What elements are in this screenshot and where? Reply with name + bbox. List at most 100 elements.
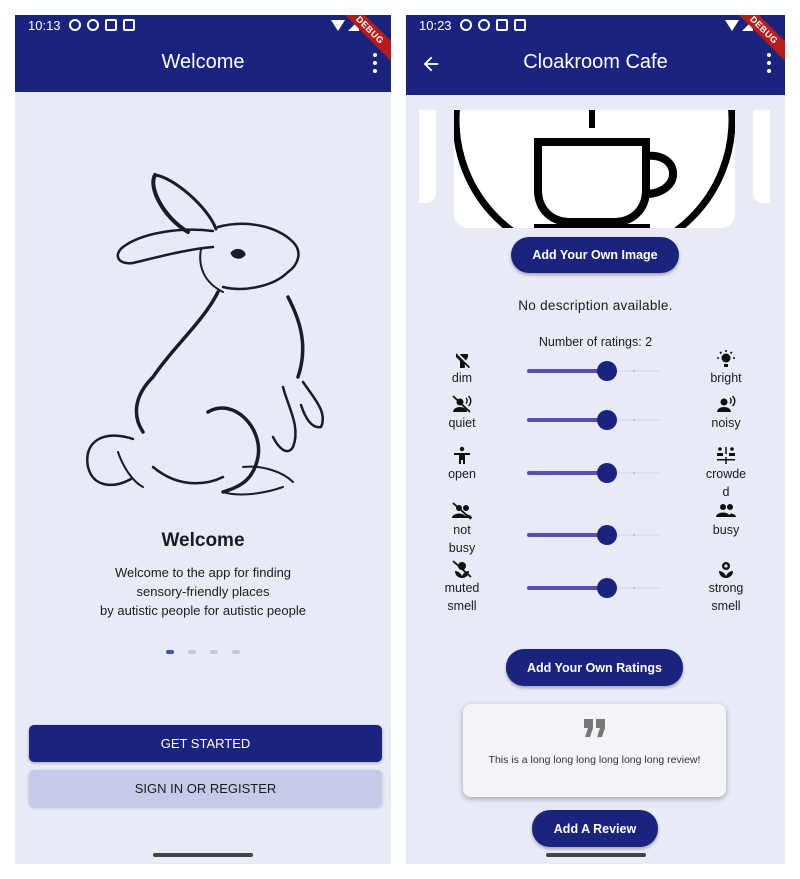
rating-left-end: dim [432,350,492,387]
slider-track-active [527,418,607,422]
slider-track-active [527,533,607,537]
slider-tick [633,370,635,372]
flashlight-off-icon [455,352,470,368]
people-crowded-icon [717,447,735,464]
coffee-cup-icon [454,110,735,228]
onboarding-line: Welcome to the app for finding [114,565,292,580]
rating-left-end: open [432,446,492,483]
status-notification-icons [460,19,526,31]
review-card[interactable]: This is a long long long long long long … [463,704,726,797]
record-voice-icon [717,395,736,412]
page-title: Cloakroom Cafe [523,51,668,73]
app-bar: 10:23 DEBUG Cloakroom Cafe [406,15,785,95]
vpn-icon [69,19,81,31]
rating-slider[interactable] [527,361,660,381]
people-icon [716,504,736,517]
app-bar: 10:13 DEBUG Welcome [15,15,391,92]
rating-slider[interactable] [527,578,660,598]
rating-right-end: noisy [696,395,756,432]
rabbit-illustration [85,173,324,496]
page-dot[interactable] [210,650,218,654]
add-image-button[interactable]: Add Your Own Image [511,237,679,273]
wifi-icon [725,20,739,31]
sd-card-icon [514,19,526,31]
rating-left-label: open [448,467,476,481]
status-bar: 10:23 DEBUG [406,15,785,67]
wifi-icon [331,20,345,31]
rating-right-label: noisy [711,416,741,430]
a-icon [496,19,508,31]
more-vert-icon[interactable] [763,53,775,73]
rating-right-label: bright [710,371,742,385]
page-indicator [15,650,391,654]
slider-thumb[interactable] [597,463,617,483]
status-time: 10:13 [28,18,61,33]
people-off-icon [452,502,472,520]
light-bulb-icon [717,350,735,367]
rating-right-label: strong smell [708,581,744,613]
a-icon [105,19,117,31]
status-bar: 10:13 DEBUG [15,15,391,67]
rating-left-label: quiet [448,416,476,430]
person-arms-open-icon [454,446,470,464]
voice-off-icon [452,395,472,413]
get-started-button[interactable]: GET STARTED [29,725,382,762]
status-time: 10:23 [419,18,452,33]
vpn-icon [460,19,472,31]
carousel-next-image[interactable] [753,110,770,203]
rating-right-end: busy [696,502,756,539]
slider-thumb[interactable] [597,578,617,598]
rating-right-label: crowde d [705,467,747,499]
carousel-current-image[interactable] [454,110,735,228]
slider-thumb[interactable] [597,410,617,430]
rating-left-label: dim [451,371,473,385]
place-detail-screen: 10:23 DEBUG Cloakroom Cafe Add Your Own … [406,15,785,864]
welcome-screen: 10:13 DEBUG Welcome Welcome Welcome to t… [15,15,391,864]
rating-left-end: not busy [432,502,492,557]
flower-off-icon [452,560,472,578]
format-quote-icon [584,719,605,737]
slider-thumb[interactable] [597,361,617,381]
slider-tick [633,419,635,421]
slider-track-active [527,471,607,475]
page-dot[interactable] [232,650,240,654]
sign-in-register-button[interactable]: SIGN IN OR REGISTER [29,770,382,807]
rating-right-label: busy [712,523,740,537]
rating-slider[interactable] [527,525,660,545]
rating-left-end: quiet [432,395,492,432]
shield-icon [478,19,490,31]
slider-tick [633,534,635,536]
slider-tick [633,472,635,474]
page-dot-active[interactable] [166,650,174,654]
rating-right-end: bright [696,350,756,387]
slider-track-active [527,586,607,590]
slider-thumb[interactable] [597,525,617,545]
ratings-count: Number of ratings: 2 [538,335,653,349]
rating-left-label: not busy [448,523,476,555]
carousel-prev-image[interactable] [419,110,436,203]
slider-tick [633,587,635,589]
review-text: This is a long long long long long long … [488,754,701,766]
rating-right-end: strong smell [696,560,756,615]
gesture-bar[interactable] [153,853,253,857]
page-title: Welcome [161,51,245,73]
rating-slider[interactable] [527,463,660,483]
more-vert-icon[interactable] [369,53,381,73]
onboarding-description: Welcome to the app for finding sensory-f… [15,563,391,620]
image-carousel[interactable] [419,110,770,228]
onboarding-line: by autistic people for autistic people [100,603,306,618]
rating-left-end: muted smell [432,560,492,615]
onboarding-heading: Welcome [161,530,245,551]
rating-left-label: muted smell [444,581,480,613]
sd-card-icon [123,19,135,31]
rating-right-end: crowde d [696,446,756,501]
page-dot[interactable] [188,650,196,654]
onboarding-line: sensory-friendly places [136,584,270,599]
slider-track-active [527,369,607,373]
place-description: No description available. [518,298,673,313]
shield-icon [87,19,99,31]
gesture-bar[interactable] [545,853,646,857]
add-ratings-button[interactable]: Add Your Own Ratings [506,649,683,686]
rating-slider[interactable] [527,410,660,430]
add-review-button[interactable]: Add A Review [532,810,658,847]
